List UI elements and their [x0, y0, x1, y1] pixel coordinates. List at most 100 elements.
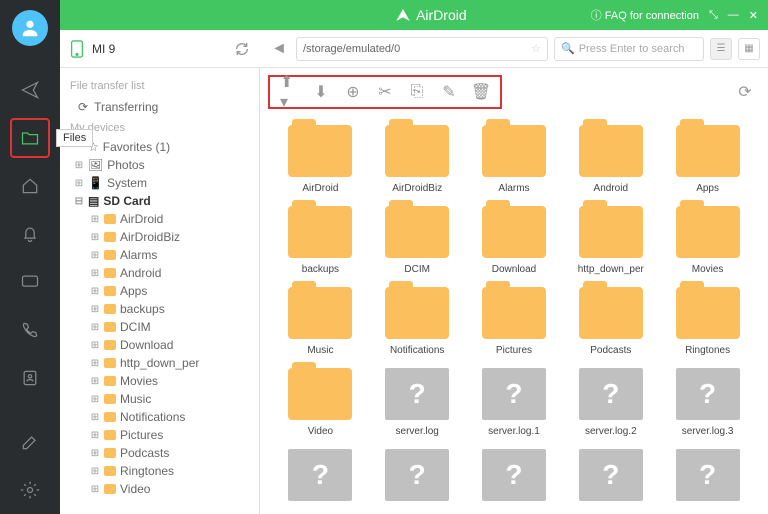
expand-icon[interactable]: ⊞ — [90, 232, 100, 243]
file-item[interactable]: ?server.log.3 — [663, 368, 752, 437]
rail-messages[interactable] — [10, 262, 50, 302]
expand-icon[interactable]: ⊞ — [90, 412, 100, 423]
tree-folder[interactable]: ⊞Movies — [68, 372, 259, 390]
unknown-file-icon: ? — [676, 449, 740, 501]
tree-folder[interactable]: ⊞AirDroid — [68, 210, 259, 228]
delete-button[interactable]: 🗑 — [472, 83, 490, 101]
tree-label: Podcasts — [120, 446, 169, 460]
expand-icon[interactable]: ⊞ — [90, 250, 100, 261]
folder-item[interactable]: Movies — [663, 206, 752, 275]
folder-item[interactable]: Download — [470, 206, 559, 275]
copy-button[interactable]: ⎘ — [408, 83, 426, 101]
view-grid-button[interactable]: ▦ — [738, 38, 760, 60]
folder-item[interactable]: http_down_per — [566, 206, 655, 275]
rail-edit[interactable] — [10, 422, 50, 462]
expand-icon[interactable]: ⊞ — [90, 394, 100, 405]
favorite-star-icon[interactable]: ☆ — [531, 42, 541, 55]
download-button[interactable]: ⬇ — [312, 83, 330, 101]
file-item[interactable]: ?server.log — [373, 368, 462, 437]
tree-folder[interactable]: ⊞Android — [68, 264, 259, 282]
tree-folder[interactable]: ⊞Notifications — [68, 408, 259, 426]
new-folder-button[interactable]: ⊕ — [344, 83, 362, 101]
tree-folder[interactable]: ⊞Video — [68, 480, 259, 498]
tree-folder[interactable]: ⊞ Podcasts — [68, 444, 259, 462]
close-button[interactable]: ✕ — [749, 9, 758, 22]
view-list-button[interactable]: ☰ — [710, 38, 732, 60]
expand-icon[interactable]: ⊞ — [90, 340, 100, 351]
rail-notifications[interactable] — [10, 214, 50, 254]
unknown-file-icon: ? — [482, 368, 546, 420]
rail-contacts[interactable] — [10, 358, 50, 398]
tree-folder[interactable]: ⊞backups — [68, 300, 259, 318]
path-input[interactable]: /storage/emulated/0 ☆ — [296, 37, 548, 61]
folder-item[interactable]: Notifications — [373, 287, 462, 356]
collapse-button[interactable]: ⤡ — [709, 9, 718, 22]
folder-item[interactable]: Pictures — [470, 287, 559, 356]
folder-icon — [104, 466, 116, 476]
expand-icon[interactable]: ⊞ — [90, 322, 100, 333]
file-item[interactable]: ?server.log.1 — [470, 368, 559, 437]
tree-sdcard[interactable]: ⊟▤SD Card — [68, 192, 259, 210]
collapse-icon[interactable]: ⊟ — [74, 196, 84, 207]
file-item[interactable]: ?server.log.2 — [566, 368, 655, 437]
expand-icon[interactable]: ⊞ — [90, 466, 100, 477]
expand-icon[interactable]: ⊞ — [90, 268, 100, 279]
tree-folder[interactable]: ⊞AirDroidBiz — [68, 228, 259, 246]
expand-icon[interactable]: ⊞ — [90, 304, 100, 315]
expand-icon[interactable]: ⊞ — [90, 448, 100, 459]
tree-photos[interactable]: ⊞🖼Photos — [68, 156, 259, 174]
expand-icon[interactable]: ⊞ — [90, 430, 100, 441]
folder-item[interactable]: AirDroidBiz — [373, 125, 462, 194]
rail-home[interactable] — [10, 166, 50, 206]
expand-icon[interactable]: ⊞ — [90, 358, 100, 369]
folder-item[interactable]: Alarms — [470, 125, 559, 194]
minimize-button[interactable]: — — [728, 9, 739, 21]
cut-button[interactable]: ✂ — [376, 83, 394, 101]
folder-item[interactable]: Apps — [663, 125, 752, 194]
rail-send[interactable] — [10, 70, 50, 110]
sb-transferring[interactable]: ⟳ Transferring — [60, 96, 259, 118]
avatar[interactable] — [12, 10, 48, 46]
expand-icon[interactable]: ⊞ — [74, 178, 84, 189]
folder-item[interactable]: Video — [276, 368, 365, 437]
tree-folder[interactable]: ⊞http_down_per — [68, 354, 259, 372]
folder-item[interactable]: DCIM — [373, 206, 462, 275]
folder-item[interactable]: Music — [276, 287, 365, 356]
refresh-button[interactable]: ⟳ — [736, 83, 754, 101]
nav-back-button[interactable]: ◄ — [268, 38, 290, 60]
bell-icon — [20, 224, 40, 244]
faq-link[interactable]: ⓘ FAQ for connection — [591, 7, 699, 23]
rail-files[interactable]: Files — [10, 118, 50, 158]
tree-system[interactable]: ⊞📱System — [68, 174, 259, 192]
folder-item[interactable]: backups — [276, 206, 365, 275]
file-item[interactable]: ? — [470, 449, 559, 507]
tree-folder[interactable]: ⊞Download — [68, 336, 259, 354]
folder-item[interactable]: Podcasts — [566, 287, 655, 356]
home-icon — [20, 176, 40, 196]
expand-icon[interactable]: ⊞ — [90, 286, 100, 297]
tree-folder[interactable]: ⊞Ringtones — [68, 462, 259, 480]
file-item[interactable]: ? — [373, 449, 462, 507]
file-item[interactable]: ? — [276, 449, 365, 507]
folder-item[interactable]: AirDroid — [276, 125, 365, 194]
expand-icon[interactable]: ⊞ — [90, 214, 100, 225]
search-input[interactable]: 🔍 Press Enter to search — [554, 37, 704, 61]
file-item[interactable]: ? — [566, 449, 655, 507]
tree-folder[interactable]: ⊞DCIM — [68, 318, 259, 336]
tree-folder[interactable]: ⊞Apps — [68, 282, 259, 300]
rename-button[interactable]: ✎ — [440, 83, 458, 101]
file-item[interactable]: ? — [663, 449, 752, 507]
device-refresh-icon[interactable] — [234, 41, 250, 57]
rail-calls[interactable] — [10, 310, 50, 350]
tree-folder[interactable]: ⊞Music — [68, 390, 259, 408]
folder-item[interactable]: Android — [566, 125, 655, 194]
tree-folder[interactable]: ⊞Pictures — [68, 426, 259, 444]
tree-folder[interactable]: ⊞Alarms — [68, 246, 259, 264]
upload-button[interactable]: ⬆ ▾ — [280, 83, 298, 101]
expand-icon[interactable]: ⊞ — [90, 376, 100, 387]
folder-item[interactable]: Ringtones — [663, 287, 752, 356]
expand-icon[interactable]: ⊞ — [74, 160, 84, 171]
rail-settings[interactable] — [10, 470, 50, 510]
expand-icon[interactable]: ⊞ — [90, 484, 100, 495]
tree-favorites[interactable]: ☆Favorites (1) — [68, 138, 259, 156]
